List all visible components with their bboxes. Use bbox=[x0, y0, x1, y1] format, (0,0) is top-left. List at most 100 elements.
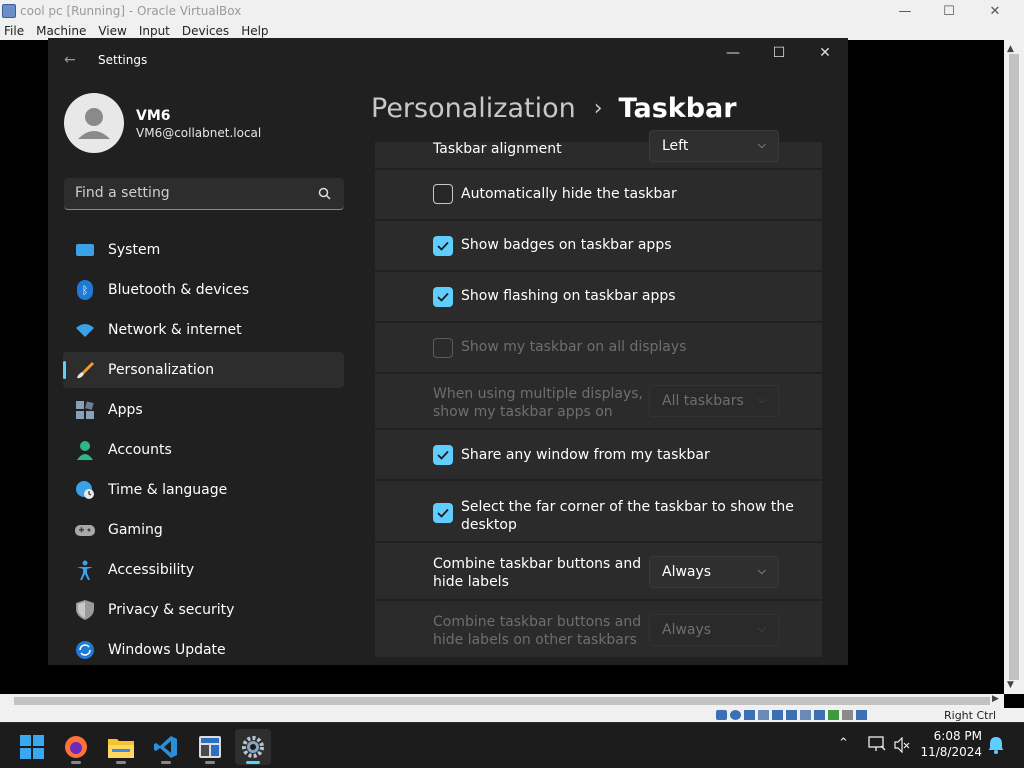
active-indicator bbox=[246, 761, 260, 764]
scroll-down-icon[interactable]: ▼ bbox=[1007, 680, 1014, 690]
vbox-menu-help[interactable]: Help bbox=[239, 24, 270, 38]
sidebar-item-privacy[interactable]: Privacy & security bbox=[63, 592, 344, 628]
sidebar-item-gaming[interactable]: Gaming bbox=[63, 512, 344, 548]
chevron-down-icon: ⌵ bbox=[757, 564, 766, 577]
taskbar-calculator[interactable] bbox=[192, 729, 228, 765]
firefox-icon bbox=[65, 736, 87, 758]
share-window-checkbox[interactable] bbox=[433, 445, 453, 465]
sidebar-item-personalization[interactable]: Personalization bbox=[63, 352, 344, 388]
bluetooth-icon: ᛒ bbox=[75, 280, 95, 300]
checkmark-icon bbox=[437, 508, 449, 518]
app-title: Settings bbox=[98, 53, 148, 67]
usb-icon[interactable] bbox=[786, 710, 797, 720]
sidebar-item-label: Windows Update bbox=[108, 642, 226, 658]
all-displays-checkbox[interactable] bbox=[433, 338, 453, 358]
sidebar-item-time-language[interactable]: Time & language bbox=[63, 472, 344, 508]
sidebar-item-accessibility[interactable]: Accessibility bbox=[63, 552, 344, 588]
close-button[interactable]: ✕ bbox=[802, 38, 848, 68]
chevron-down-icon: ⌵ bbox=[757, 138, 766, 151]
search-placeholder: Find a setting bbox=[75, 185, 170, 201]
vbox-minimize-button[interactable]: — bbox=[882, 0, 928, 22]
show-hidden-icons-chevron-icon[interactable]: ⌃ bbox=[838, 736, 849, 751]
user-name: VM6 bbox=[136, 108, 171, 124]
gamepad-icon bbox=[75, 520, 95, 540]
vbox-hscroll-thumb[interactable] bbox=[14, 697, 990, 705]
sidebar-item-apps[interactable]: Apps bbox=[63, 392, 344, 428]
start-button[interactable] bbox=[14, 729, 50, 765]
badges-checkbox[interactable] bbox=[433, 236, 453, 256]
vbox-close-button[interactable]: ✕ bbox=[972, 0, 1018, 22]
back-arrow-icon[interactable]: ← bbox=[64, 52, 76, 68]
floppy-icon[interactable] bbox=[744, 710, 755, 720]
sidebar-item-accounts[interactable]: Accounts bbox=[63, 432, 344, 468]
checkmark-icon bbox=[437, 450, 449, 460]
cpu-icon[interactable] bbox=[842, 710, 853, 720]
auto-hide-checkbox[interactable] bbox=[433, 184, 453, 204]
vbox-vertical-scrollbar[interactable]: ▲ ▼ bbox=[1004, 40, 1024, 694]
user-icon bbox=[78, 108, 110, 139]
search-input[interactable]: Find a setting bbox=[64, 178, 344, 210]
vbox-menu-view[interactable]: View bbox=[96, 24, 128, 38]
display-icon[interactable] bbox=[814, 710, 825, 720]
taskbar-alignment-label: Taskbar alignment bbox=[433, 141, 562, 157]
clock[interactable]: 6:08 PM 11/8/2024 bbox=[918, 728, 988, 764]
audio-icon[interactable] bbox=[758, 710, 769, 720]
multi-display-label-1: When using multiple displays, bbox=[433, 386, 643, 402]
volume-muted-icon[interactable] bbox=[894, 737, 910, 753]
combine-label-1: Combine taskbar buttons and bbox=[433, 556, 642, 572]
sidebar-item-label: Accessibility bbox=[108, 562, 195, 578]
windows-start-icon bbox=[20, 735, 44, 759]
scroll-up-icon[interactable]: ▲ bbox=[1007, 44, 1014, 54]
row-flashing[interactable]: Show flashing on taskbar apps bbox=[375, 272, 822, 321]
network-adapter-icon[interactable] bbox=[772, 710, 783, 720]
vbox-menu-file[interactable]: File bbox=[2, 24, 26, 38]
taskbar: ⌃ 6:08 PM 11/8/2024 bbox=[0, 722, 1024, 768]
optical-drive-icon[interactable] bbox=[730, 710, 741, 720]
sidebar-item-network[interactable]: Network & internet bbox=[63, 312, 344, 348]
recording-icon[interactable] bbox=[828, 710, 839, 720]
vbox-menu-input[interactable]: Input bbox=[137, 24, 172, 38]
network-status-icon[interactable] bbox=[868, 736, 886, 752]
sidebar-item-windows-update[interactable]: Windows Update bbox=[63, 632, 344, 665]
sidebar-item-label: Privacy & security bbox=[108, 602, 235, 618]
row-badges[interactable]: Show badges on taskbar apps bbox=[375, 221, 822, 270]
vbox-horizontal-scrollbar[interactable]: ▶ bbox=[0, 694, 1004, 708]
vbox-menu-machine[interactable]: Machine bbox=[34, 24, 88, 38]
vbox-vscroll-thumb[interactable] bbox=[1009, 54, 1019, 680]
breadcrumb: Personalization › Taskbar bbox=[371, 93, 737, 124]
multi-display-dropdown[interactable]: All taskbars ⌵ bbox=[649, 385, 779, 417]
taskbar-firefox[interactable] bbox=[58, 729, 94, 765]
vbox-maximize-button[interactable]: ☐ bbox=[926, 0, 972, 22]
clock-time: 6:08 PM bbox=[933, 729, 982, 743]
taskbar-alignment-dropdown[interactable]: Left ⌵ bbox=[649, 130, 779, 162]
vbox-title-bar: cool pc [Running] - Oracle VirtualBox — … bbox=[0, 0, 1024, 22]
hard-disk-icon[interactable] bbox=[716, 710, 727, 720]
sidebar-item-bluetooth[interactable]: ᛒ Bluetooth & devices bbox=[63, 272, 344, 308]
far-corner-checkbox[interactable] bbox=[433, 503, 453, 523]
row-share-window[interactable]: Share any window from my taskbar bbox=[375, 430, 822, 479]
combine-dropdown[interactable]: Always ⌵ bbox=[649, 556, 779, 588]
avatar[interactable] bbox=[64, 93, 124, 153]
search-icon[interactable] bbox=[318, 187, 331, 200]
row-taskbar-alignment: Taskbar alignment Left ⌵ bbox=[375, 130, 822, 168]
taskbar-file-explorer[interactable] bbox=[103, 729, 139, 765]
far-corner-label-2: desktop bbox=[461, 517, 517, 533]
sidebar-item-system[interactable]: System bbox=[63, 232, 344, 268]
row-multi-display: When using multiple displays, show my ta… bbox=[375, 374, 822, 428]
minimize-button[interactable]: — bbox=[710, 38, 756, 68]
notification-bell-icon[interactable] bbox=[988, 736, 1004, 754]
combine-other-dropdown[interactable]: Always ⌵ bbox=[649, 614, 779, 646]
scroll-right-icon[interactable]: ▶ bbox=[992, 694, 999, 704]
row-auto-hide[interactable]: Automatically hide the taskbar bbox=[375, 170, 822, 219]
shared-folder-icon[interactable] bbox=[800, 710, 811, 720]
sidebar-item-label: Network & internet bbox=[108, 322, 242, 338]
apps-icon bbox=[75, 400, 95, 420]
flashing-checkbox[interactable] bbox=[433, 287, 453, 307]
taskbar-settings[interactable] bbox=[235, 729, 271, 765]
breadcrumb-parent[interactable]: Personalization bbox=[371, 93, 576, 124]
maximize-button[interactable]: ☐ bbox=[756, 38, 802, 68]
vbox-menu-devices[interactable]: Devices bbox=[180, 24, 231, 38]
taskbar-vscode[interactable] bbox=[148, 729, 184, 765]
row-far-corner[interactable]: Select the far corner of the taskbar to … bbox=[375, 481, 822, 541]
mouse-integration-icon[interactable] bbox=[856, 710, 867, 720]
